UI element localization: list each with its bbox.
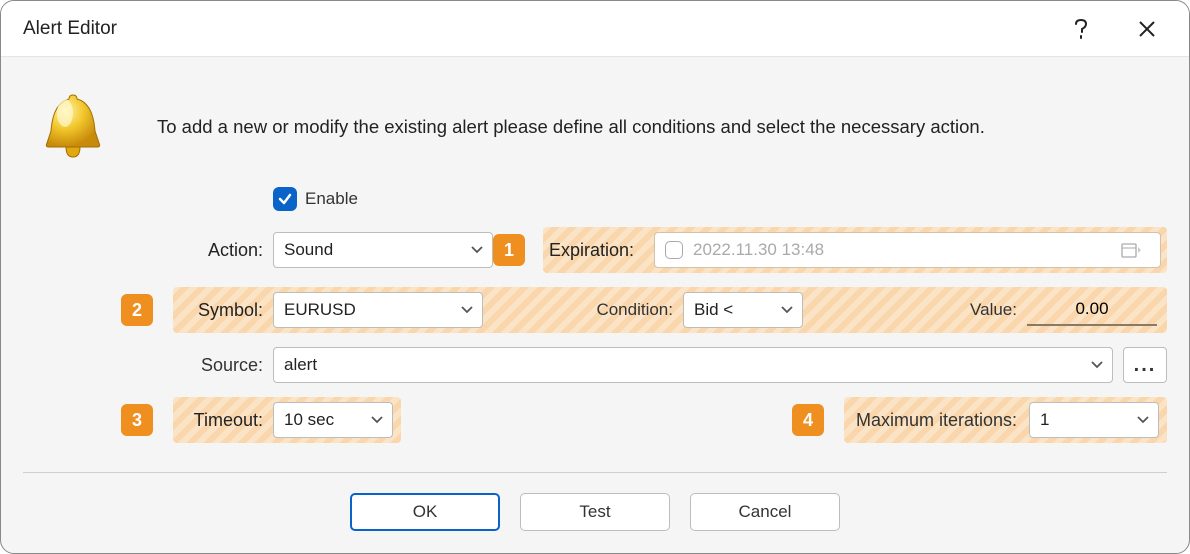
expiration-label: Expiration: (549, 240, 644, 261)
condition-value: Bid < (694, 300, 733, 320)
test-button[interactable]: Test (520, 493, 670, 531)
badge-1: 1 (493, 234, 525, 266)
action-select[interactable]: Sound (273, 232, 493, 268)
chevron-down-icon (470, 245, 484, 255)
cancel-button[interactable]: Cancel (690, 493, 840, 531)
max-iterations-value: 1 (1040, 410, 1049, 430)
cancel-label: Cancel (739, 502, 792, 522)
symbol-select[interactable]: EURUSD (273, 292, 483, 328)
condition-label: Condition: (523, 300, 683, 320)
chevron-down-icon (460, 305, 474, 315)
chevron-down-icon (780, 305, 794, 315)
bell-icon (23, 87, 123, 167)
timeout-label: Timeout: (173, 410, 273, 431)
symbol-label: Symbol: (173, 300, 273, 321)
help-button[interactable] (1063, 11, 1099, 47)
action-label: Action: (163, 240, 273, 261)
source-value: alert (284, 355, 317, 375)
expiration-checkbox[interactable] (665, 241, 683, 259)
expiration-value: 2022.11.30 13:48 (693, 240, 824, 260)
symbol-row-group: Symbol: EURUSD Condition: Bid < Value: (173, 287, 1167, 333)
timeout-value: 10 sec (284, 410, 334, 430)
close-button[interactable] (1129, 11, 1165, 47)
max-iterations-label: Maximum iterations: (856, 410, 1029, 431)
symbol-value: EURUSD (284, 300, 356, 320)
source-select[interactable]: alert (273, 347, 1113, 383)
badge-3: 3 (121, 404, 153, 436)
ok-button[interactable]: OK (350, 493, 500, 531)
timeout-group: Timeout: 10 sec (173, 397, 401, 443)
timeout-select[interactable]: 10 sec (273, 402, 393, 438)
condition-select[interactable]: Bid < (683, 292, 803, 328)
value-input[interactable] (1027, 294, 1157, 326)
enable-checkbox[interactable] (273, 187, 297, 211)
value-label: Value: (803, 300, 1027, 320)
expiration-group: Expiration: 2022.11.30 13:48 (543, 227, 1167, 273)
max-iterations-group: Maximum iterations: 1 (844, 397, 1167, 443)
more-label: ... (1134, 354, 1157, 377)
max-iterations-select[interactable]: 1 (1029, 402, 1159, 438)
ok-label: OK (413, 502, 438, 522)
expiration-field[interactable]: 2022.11.30 13:48 (654, 232, 1161, 268)
chevron-down-icon (370, 415, 384, 425)
action-value: Sound (284, 240, 333, 260)
chevron-down-icon (1090, 360, 1104, 370)
titlebar: Alert Editor (1, 1, 1189, 57)
badge-4: 4 (792, 404, 824, 436)
dialog-footer: OK Test Cancel (23, 472, 1167, 553)
window-title: Alert Editor (23, 18, 1033, 40)
browse-button[interactable]: ... (1123, 347, 1167, 383)
dialog-content: To add a new or modify the existing aler… (1, 57, 1189, 553)
intro-text: To add a new or modify the existing aler… (157, 116, 985, 138)
test-label: Test (579, 502, 610, 522)
alert-editor-dialog: Alert Editor (0, 0, 1190, 554)
calendar-icon[interactable] (1112, 241, 1150, 259)
badge-2: 2 (121, 294, 153, 326)
source-label: Source: (23, 355, 273, 376)
chevron-down-icon (1136, 415, 1150, 425)
enable-label: Enable (305, 189, 358, 209)
